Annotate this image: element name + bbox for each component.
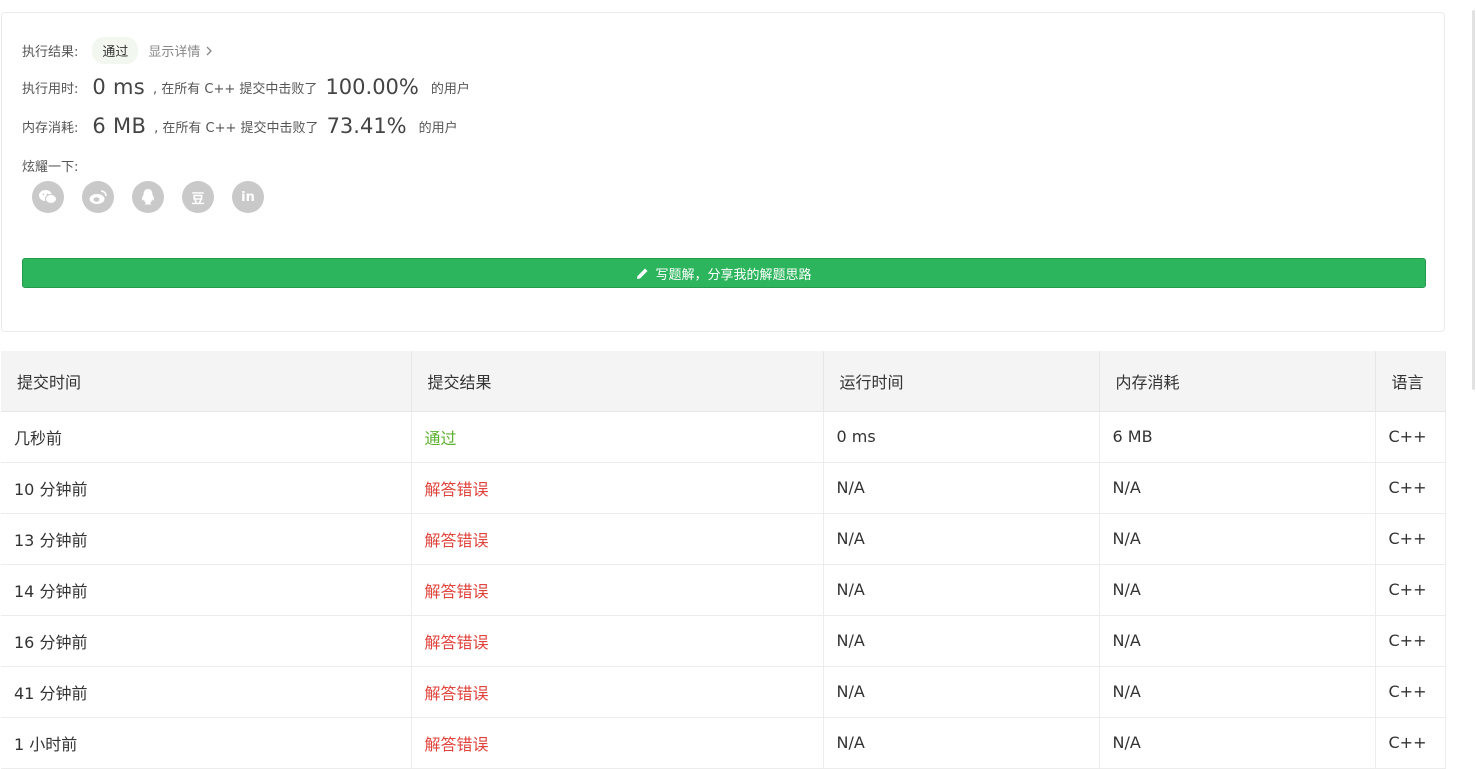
- scrollbar-thumb[interactable]: [1472, 10, 1475, 390]
- cell-lang: C++: [1375, 513, 1446, 565]
- cell-result-link[interactable]: 解答错误: [411, 462, 824, 514]
- table-row: 41 分钟前 解答错误 N/A N/A C++: [1, 666, 1446, 718]
- memory-label: 内存消耗:: [22, 120, 79, 136]
- pencil-icon: [637, 268, 648, 279]
- cell-runtime: 0 ms: [823, 411, 1100, 463]
- cell-memory: N/A: [1099, 564, 1376, 616]
- runtime-value: 0 ms: [92, 75, 146, 99]
- header-language: 语言: [1375, 351, 1446, 412]
- status-badge: 通过: [92, 37, 139, 64]
- memory-suffix: 的用户: [418, 120, 458, 136]
- table-row: 几秒前 通过 0 ms 6 MB C++: [1, 411, 1446, 463]
- cell-lang: C++: [1375, 666, 1446, 718]
- share-icons: 豆 in: [32, 181, 264, 213]
- cell-memory: N/A: [1099, 513, 1376, 565]
- status-row: 执行结果: 通过 显示详情: [22, 37, 214, 64]
- runtime-suffix: 的用户: [430, 81, 470, 97]
- cell-memory: N/A: [1099, 717, 1376, 769]
- cell-runtime: N/A: [823, 666, 1100, 718]
- memory-desc: , 在所有 C++ 提交中击败了: [154, 120, 319, 136]
- write-solution-label: 写题解，分享我的解题思路: [655, 267, 812, 283]
- runtime-row: 执行用时: 0 ms , 在所有 C++ 提交中击败了 100.00% 的用户: [22, 75, 470, 99]
- runtime-desc: , 在所有 C++ 提交中击败了: [153, 81, 318, 97]
- cell-memory: N/A: [1099, 615, 1376, 667]
- cell-runtime: N/A: [823, 615, 1100, 667]
- cell-runtime: N/A: [823, 717, 1100, 769]
- table-header-row: 提交时间 提交结果 运行时间 内存消耗 语言: [1, 351, 1446, 412]
- memory-value: 6 MB: [92, 114, 147, 138]
- cell-runtime: N/A: [823, 462, 1100, 514]
- table-row: 16 分钟前 解答错误 N/A N/A C++: [1, 615, 1446, 667]
- submissions-table: 提交时间 提交结果 运行时间 内存消耗 语言 几秒前 通过 0 ms 6 MB …: [1, 351, 1446, 769]
- cell-runtime: N/A: [823, 513, 1100, 565]
- cell-time: 13 分钟前: [1, 513, 412, 565]
- weibo-icon[interactable]: [82, 181, 114, 213]
- cell-result-link[interactable]: 解答错误: [411, 564, 824, 616]
- share-label: 炫耀一下:: [22, 160, 79, 175]
- cell-result-link[interactable]: 解答错误: [411, 615, 824, 667]
- douban-glyph: 豆: [191, 191, 205, 207]
- header-submit-result: 提交结果: [411, 351, 824, 412]
- runtime-percentile: 100.00%: [325, 75, 419, 99]
- table-row: 10 分钟前 解答错误 N/A N/A C++: [1, 462, 1446, 514]
- cell-result-link[interactable]: 解答错误: [411, 717, 824, 769]
- cell-lang: C++: [1375, 462, 1446, 514]
- page-scrollbar[interactable]: [1470, 0, 1476, 757]
- header-memory: 内存消耗: [1099, 351, 1376, 412]
- cell-lang: C++: [1375, 615, 1446, 667]
- cell-memory: 6 MB: [1099, 411, 1376, 463]
- cell-time: 1 小时前: [1, 717, 412, 769]
- linkedin-icon[interactable]: in: [232, 181, 264, 213]
- memory-row: 内存消耗: 6 MB , 在所有 C++ 提交中击败了 73.41% 的用户: [22, 114, 458, 138]
- table-row: 13 分钟前 解答错误 N/A N/A C++: [1, 513, 1446, 565]
- cell-lang: C++: [1375, 411, 1446, 463]
- status-label: 执行结果:: [22, 45, 79, 60]
- show-details-label: 显示详情: [148, 45, 201, 60]
- qq-icon[interactable]: [132, 181, 164, 213]
- cell-memory: N/A: [1099, 666, 1376, 718]
- table-row: 1 小时前 解答错误 N/A N/A C++: [1, 717, 1446, 769]
- wechat-icon[interactable]: [32, 181, 64, 213]
- chevron-right-icon: [206, 46, 213, 55]
- cell-runtime: N/A: [823, 564, 1100, 616]
- cell-lang: C++: [1375, 717, 1446, 769]
- cell-result-link[interactable]: 通过: [411, 411, 824, 463]
- linkedin-glyph: in: [241, 189, 255, 205]
- cell-time: 14 分钟前: [1, 564, 412, 616]
- memory-percentile: 73.41%: [326, 114, 407, 138]
- cell-time: 41 分钟前: [1, 666, 412, 718]
- cell-memory: N/A: [1099, 462, 1376, 514]
- cell-result-link[interactable]: 解答错误: [411, 513, 824, 565]
- result-card: 执行结果: 通过 显示详情 执行用时: 0 ms , 在所有 C++ 提交中击败…: [1, 12, 1445, 332]
- douban-icon[interactable]: 豆: [182, 181, 214, 213]
- table-row: 14 分钟前 解答错误 N/A N/A C++: [1, 564, 1446, 616]
- cell-lang: C++: [1375, 564, 1446, 616]
- cell-result-link[interactable]: 解答错误: [411, 666, 824, 718]
- share-row: 炫耀一下:: [22, 156, 78, 175]
- cell-time: 几秒前: [1, 411, 412, 463]
- header-runtime: 运行时间: [823, 351, 1100, 412]
- write-solution-button[interactable]: 写题解，分享我的解题思路: [22, 258, 1426, 288]
- show-details-link[interactable]: 显示详情: [148, 41, 214, 60]
- runtime-label: 执行用时:: [22, 81, 79, 97]
- cell-time: 10 分钟前: [1, 462, 412, 514]
- cell-time: 16 分钟前: [1, 615, 412, 667]
- header-submit-time: 提交时间: [1, 351, 412, 412]
